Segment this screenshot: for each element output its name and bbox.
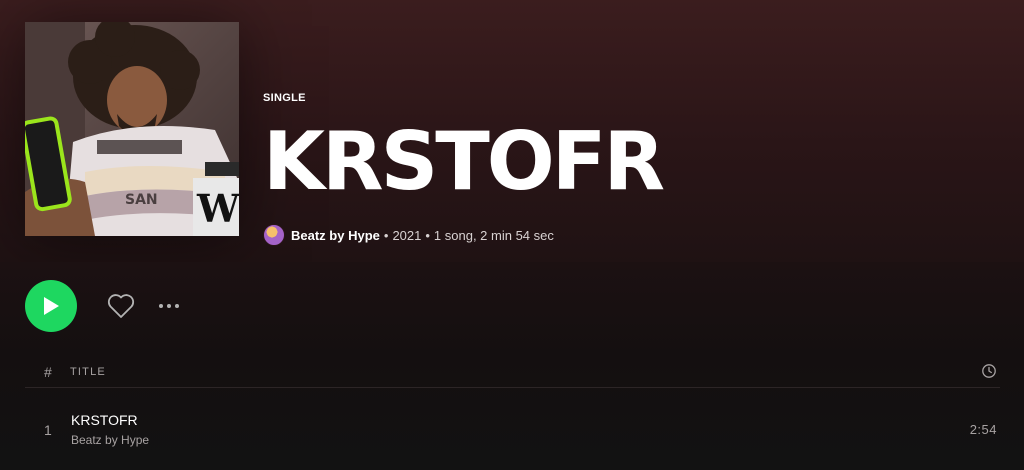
album-page: SAN W SINGLE KRSTOFR Beatz by Hype • 202… — [0, 0, 1024, 470]
album-info: SINGLE KRSTOFR Beatz by Hype • 2021 • 1 … — [263, 90, 665, 246]
action-bar — [25, 280, 179, 332]
meta-separator: • — [425, 227, 430, 243]
track-number: 1 — [44, 422, 52, 438]
artist-link[interactable]: Beatz by Hype — [291, 228, 380, 243]
track-row[interactable]: 1 KRSTOFR Beatz by Hype 2:54 — [25, 408, 1000, 452]
heart-icon — [107, 294, 135, 318]
more-options-icon — [175, 304, 179, 308]
more-options-icon — [167, 304, 171, 308]
track-duration: 2:54 — [969, 422, 997, 437]
album-cover-image: SAN W — [25, 22, 239, 236]
svg-text:SAN: SAN — [125, 192, 158, 208]
column-number-header: # — [44, 364, 52, 380]
album-cover-art: SAN W — [25, 22, 239, 236]
more-options-button[interactable] — [159, 304, 179, 308]
play-button[interactable] — [25, 280, 77, 332]
album-title: KRSTOFR — [263, 115, 665, 208]
play-icon — [44, 297, 59, 315]
meta-separator: • — [383, 227, 389, 243]
album-meta: Beatz by Hype • 2021 • 1 song, 2 min 54 … — [263, 224, 662, 246]
like-button[interactable] — [107, 293, 135, 319]
album-content: # TITLE 1 KRSTOFR Beatz by Hype 2:54 — [0, 262, 1024, 470]
album-header: SAN W SINGLE KRSTOFR Beatz by Hype • 202… — [0, 0, 1024, 262]
release-year: 2021 — [392, 227, 422, 243]
clock-icon — [981, 363, 997, 382]
track-title[interactable]: KRSTOFR — [71, 412, 138, 428]
artist-avatar[interactable] — [263, 224, 285, 246]
album-summary: 1 song, 2 min 54 sec — [433, 227, 554, 243]
album-type-label: SINGLE — [263, 92, 306, 104]
tracklist-header: # TITLE — [25, 362, 1000, 388]
column-title-header: TITLE — [70, 366, 106, 378]
more-options-icon — [159, 304, 163, 308]
track-artist[interactable]: Beatz by Hype — [71, 433, 149, 447]
svg-text:W: W — [196, 186, 239, 231]
